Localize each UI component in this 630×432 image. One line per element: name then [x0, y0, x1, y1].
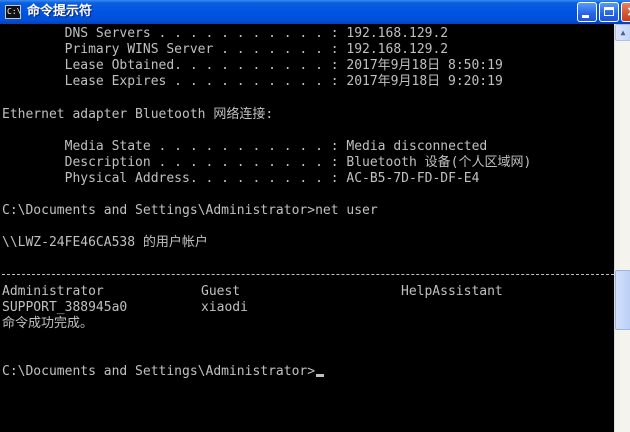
- console-line-lease-obtained: Lease Obtained. . . . . . . . . . : 2017…: [2, 58, 503, 73]
- console-line-net-user-command: C:\Documents and Settings\Administrator>…: [2, 203, 378, 218]
- close-button[interactable]: ×: [621, 2, 630, 22]
- vertical-scrollbar[interactable]: ▲: [614, 24, 630, 432]
- scroll-up-button[interactable]: ▲: [615, 24, 630, 41]
- console-line-physical-address: Physical Address. . . . . . . . . : AC-B…: [2, 171, 480, 186]
- window-title: 命令提示符: [27, 4, 93, 19]
- command-prompt-window: C:\ 命令提示符 × DNS Servers . . . . . . . . …: [0, 0, 630, 432]
- user-table-cell: xiaodi: [201, 300, 248, 315]
- arrow-up-icon: ▲: [620, 28, 626, 37]
- title-bar[interactable]: C:\ 命令提示符 ×: [0, 0, 630, 24]
- close-icon: ×: [626, 4, 630, 20]
- console-line-media-state: Media State . . . . . . . . . . . : Medi…: [2, 139, 488, 154]
- console-output[interactable]: DNS Servers . . . . . . . . . . . : 192.…: [0, 24, 614, 432]
- text-cursor: [316, 374, 325, 377]
- console-line-description: Description . . . . . . . . . . . : Blue…: [2, 155, 532, 170]
- console-line-command-success: 命令成功完成。: [2, 316, 94, 331]
- console-line-lease-expires: Lease Expires . . . . . . . . . . : 2017…: [2, 74, 503, 89]
- minimize-icon: [582, 15, 589, 18]
- console-line-user-accounts-header: \\LWZ-24FE46CA538 的用户帐户: [2, 235, 208, 250]
- minimize-button[interactable]: [577, 2, 597, 22]
- console-line-adapter-header: Ethernet adapter Bluetooth 网络连接:: [2, 107, 274, 122]
- user-table-cell: Guest: [201, 284, 241, 299]
- console-prompt-line[interactable]: C:\Documents and Settings\Administrator>: [2, 364, 325, 380]
- user-table-cell: SUPPORT_388945a0: [2, 300, 128, 315]
- prompt-text: C:\Documents and Settings\Administrator>: [2, 364, 316, 379]
- maximize-button[interactable]: [599, 2, 619, 22]
- cmd-icon[interactable]: C:\: [5, 5, 21, 19]
- separator-line: [2, 274, 614, 275]
- console-line-dns-servers: DNS Servers . . . . . . . . . . . : 192.…: [2, 26, 449, 41]
- console-line-wins-server: Primary WINS Server . . . . . . . : 192.…: [2, 42, 449, 57]
- user-table-cell: Administrator: [2, 284, 104, 299]
- user-table-cell: HelpAssistant: [401, 284, 503, 299]
- scroll-thumb[interactable]: [615, 270, 630, 330]
- maximize-icon: [604, 7, 614, 16]
